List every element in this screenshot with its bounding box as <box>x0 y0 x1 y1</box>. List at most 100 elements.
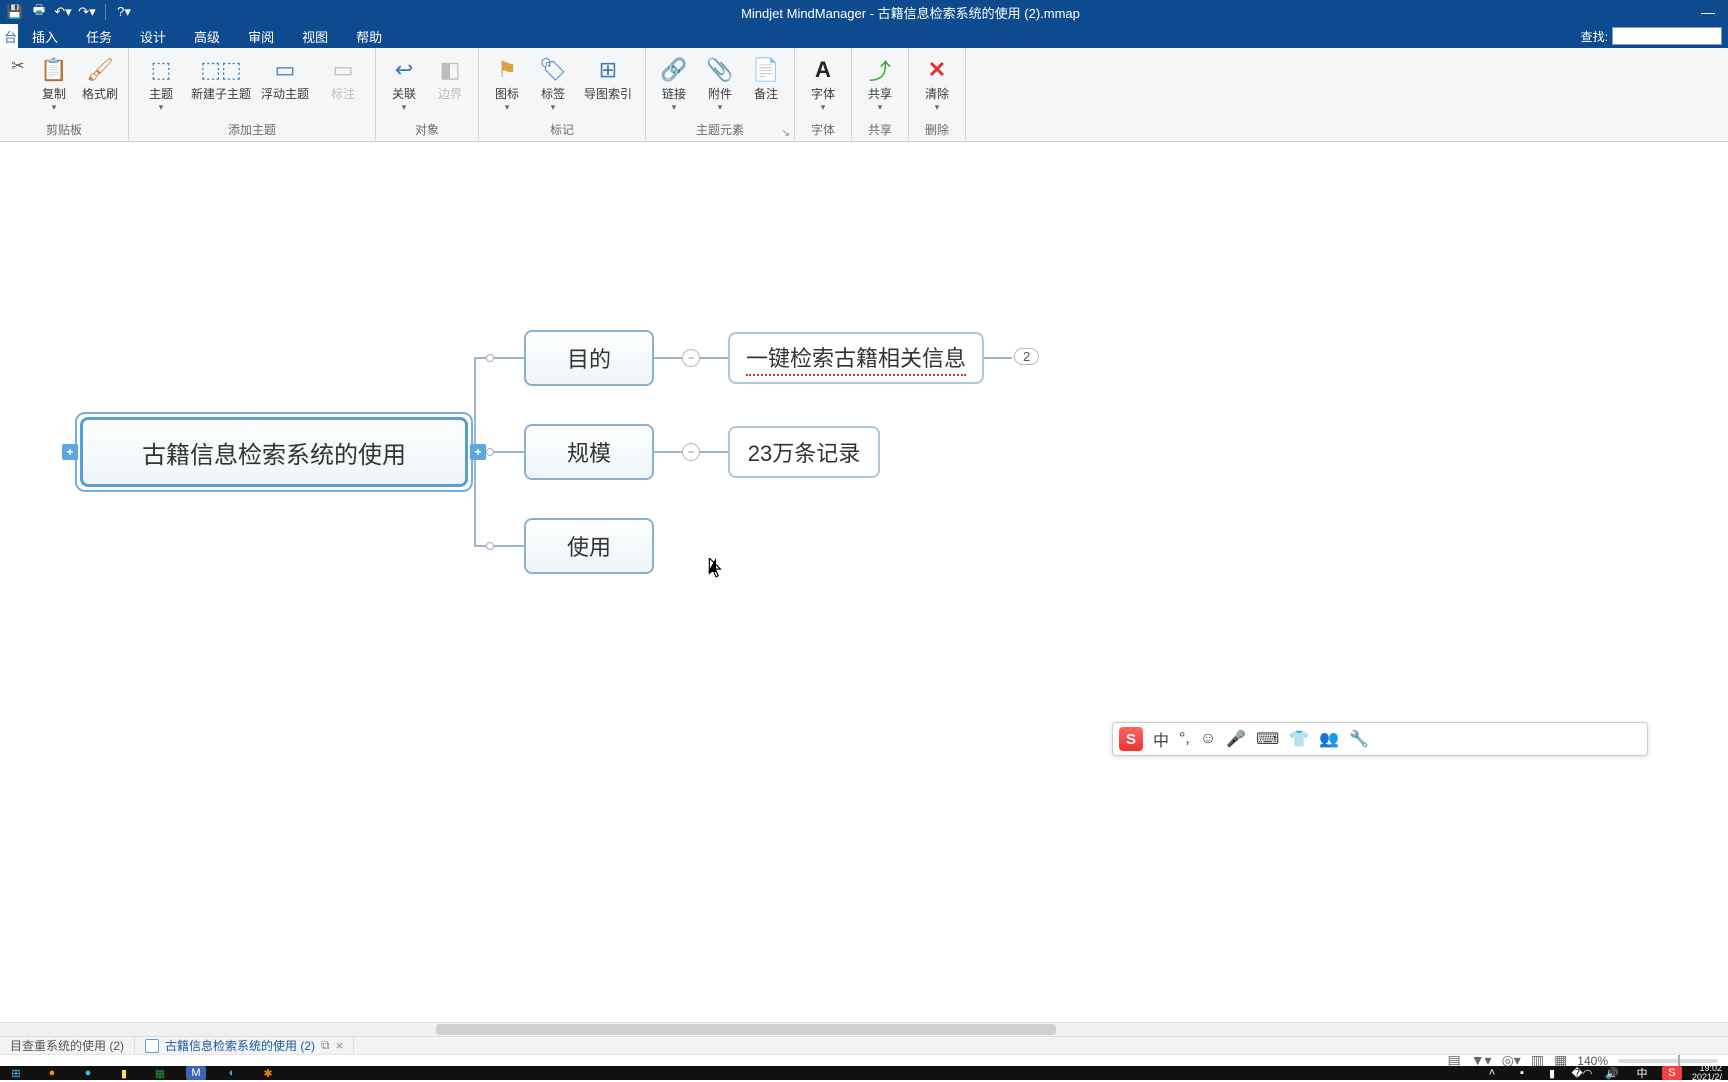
popout-icon[interactable]: ⧉ <box>321 1038 330 1053</box>
ribbon-group-tags: ⚑图标▾ 🏷标签▾ ⊞导图索引 标记 <box>479 48 646 141</box>
tray-chevron-icon[interactable]: ˄ <box>1482 1066 1502 1080</box>
tab-help[interactable]: 帮助 <box>342 24 396 48</box>
child-count-badge[interactable]: 2 <box>1014 348 1039 365</box>
ime-skin-icon[interactable]: 👕 <box>1289 729 1309 749</box>
tab-file-edge[interactable]: 台 <box>0 24 18 48</box>
print-icon[interactable]: 🖶 <box>30 3 48 21</box>
help-icon[interactable]: ?▾ <box>115 3 133 21</box>
document-tabs: 目查重系统的使用 (2) 古籍信息检索系统的使用 (2) ⧉ × <box>0 1036 1728 1054</box>
group-label-share: 共享 <box>852 121 908 141</box>
taskbar: ⊞ ● ● ▮ ▦ M ◐ ✱ ˄ ▪ ▮ �◠ 🔊 中 S 19:022021… <box>0 1066 1728 1080</box>
floating-topic-button[interactable]: ▭浮动主题 <box>257 52 313 101</box>
document-icon <box>145 1039 159 1053</box>
tab-insert[interactable]: 插入 <box>18 24 72 48</box>
dialog-launcher-icon[interactable]: ↘ <box>782 128 790 139</box>
edge-icon[interactable]: ● <box>78 1066 98 1080</box>
callout-button: ▭标注 <box>319 52 367 101</box>
topic-scale[interactable]: 规模 <box>524 424 654 480</box>
ribbon-group-share: ⤴共享▾ 共享 <box>852 48 909 141</box>
tab-advanced[interactable]: 高级 <box>180 24 234 48</box>
tray-battery-icon[interactable]: ▮ <box>1542 1066 1562 1080</box>
clock[interactable]: 19:022021/2/ <box>1692 1064 1722 1082</box>
ime-keyboard-icon[interactable]: ⌨ <box>1256 729 1279 749</box>
ime-lang[interactable]: 中 <box>1153 727 1169 751</box>
expand-left-handle[interactable]: + <box>62 444 78 460</box>
icon-marker-button[interactable]: ⚑图标▾ <box>487 52 527 113</box>
group-label-addtopic: 添加主题 <box>129 121 375 141</box>
tray-volume-icon[interactable]: 🔊 <box>1602 1066 1622 1080</box>
zoom-slider[interactable] <box>1618 1059 1718 1063</box>
sogou-icon[interactable]: ◐ <box>222 1066 242 1080</box>
tray-ime-icon[interactable]: 中 <box>1632 1066 1652 1080</box>
expand-right-handle[interactable]: + <box>470 444 486 460</box>
firefox-icon[interactable]: ● <box>42 1066 62 1080</box>
ime-punct-icon[interactable]: °, <box>1179 730 1190 748</box>
ribbon-group-clipboard: ✂ 📋复制▾ 🖌格式刷 剪贴板 <box>0 48 129 141</box>
relation-button[interactable]: ↩关联▾ <box>384 52 424 113</box>
scrollbar-thumb[interactable] <box>436 1024 1056 1035</box>
search-label: 查找: <box>1581 28 1608 45</box>
redo-icon[interactable]: ↷▾ <box>78 3 96 21</box>
central-topic[interactable]: 古籍信息检索系统的使用 <box>80 417 468 487</box>
share-button[interactable]: ⤴共享▾ <box>860 52 900 113</box>
undo-icon[interactable]: ↶▾ <box>54 3 72 21</box>
group-label-clipboard: 剪贴板 <box>0 121 128 141</box>
font-button[interactable]: A字体▾ <box>803 52 843 113</box>
link-button[interactable]: 🔗链接▾ <box>654 52 694 113</box>
cut-icon[interactable]: ✂ <box>11 56 24 76</box>
ribbon-group-object: ↩关联▾ ◧边界 对象 <box>376 48 479 141</box>
collapse-button-purpose[interactable]: − <box>682 349 700 367</box>
topic-scale-text: 规模 <box>567 436 611 468</box>
ime-toolbar[interactable]: S 中 °, ☺ 🎤 ⌨ 👕 👥 🔧 <box>1112 722 1648 756</box>
save-icon[interactable]: 💾 <box>6 3 24 21</box>
tab-view[interactable]: 视图 <box>288 24 342 48</box>
horizontal-scrollbar[interactable] <box>0 1022 1728 1036</box>
quick-access-toolbar: 💾 🖶 ↶▾ ↷▾ ?▾ <box>0 3 133 21</box>
tray-sogou-icon[interactable]: S <box>1662 1066 1682 1080</box>
doctab-1[interactable]: 目查重系统的使用 (2) <box>0 1037 135 1054</box>
tab-tasks[interactable]: 任务 <box>72 24 126 48</box>
ime-user-icon[interactable]: 👥 <box>1319 729 1339 749</box>
topic-purpose[interactable]: 目的 <box>524 330 654 386</box>
mindmap-canvas[interactable]: 古籍信息检索系统的使用 + + 目的 − 一键检索古籍相关信息 2 规模 − 2… <box>0 142 1728 1022</box>
topic-button[interactable]: ⬚主题▾ <box>137 52 185 113</box>
tray-app-icon[interactable]: ▪ <box>1512 1066 1532 1080</box>
central-topic-text: 古籍信息检索系统的使用 <box>142 435 406 470</box>
tray-wifi-icon[interactable]: �◠ <box>1572 1066 1592 1080</box>
ribbon-group-delete: ✕清除▾ 删除 <box>909 48 966 141</box>
topic-usage-text: 使用 <box>567 530 611 562</box>
excel-icon[interactable]: ▦ <box>150 1066 170 1080</box>
format-painter-button[interactable]: 🖌格式刷 <box>80 52 120 101</box>
ribbon-group-font: A字体▾ 字体 <box>795 48 852 141</box>
ime-mic-icon[interactable]: 🎤 <box>1226 729 1246 749</box>
memo-button[interactable]: 📄备注 <box>746 52 786 101</box>
topic-usage[interactable]: 使用 <box>524 518 654 574</box>
minimize-button[interactable]: — <box>1688 0 1728 24</box>
subtopic-button[interactable]: ⬚⬚新建子主题 <box>191 52 251 101</box>
ime-logo-icon[interactable]: S <box>1119 727 1143 751</box>
menu-bar: 台 插入 任务 设计 高级 审阅 视图 帮助 查找: <box>0 24 1728 48</box>
collapse-button-scale[interactable]: − <box>682 443 700 461</box>
topic-scale-child[interactable]: 23万条记录 <box>728 426 880 478</box>
group-label-font: 字体 <box>795 121 851 141</box>
group-label-tags: 标记 <box>479 121 645 141</box>
start-icon[interactable]: ⊞ <box>6 1066 26 1080</box>
ribbon: ✂ 📋复制▾ 🖌格式刷 剪贴板 ⬚主题▾ ⬚⬚新建子主题 ▭浮动主题 ▭标注 添… <box>0 48 1728 142</box>
mouse-cursor-icon <box>708 558 724 582</box>
index-button[interactable]: ⊞导图索引 <box>579 52 637 101</box>
ime-emoji-icon[interactable]: ☺ <box>1200 730 1216 748</box>
tab-review[interactable]: 审阅 <box>234 24 288 48</box>
copy-button[interactable]: 📋复制▾ <box>34 52 74 113</box>
tag-button[interactable]: 🏷标签▾ <box>533 52 573 113</box>
topic-purpose-child[interactable]: 一键检索古籍相关信息 <box>728 332 984 384</box>
app-icon[interactable]: ✱ <box>258 1066 278 1080</box>
clear-button[interactable]: ✕清除▾ <box>917 52 957 113</box>
mindmanager-icon[interactable]: M <box>186 1066 206 1080</box>
attach-button[interactable]: 📎附件▾ <box>700 52 740 113</box>
explorer-icon[interactable]: ▮ <box>114 1066 134 1080</box>
search-input[interactable] <box>1612 27 1722 45</box>
ime-settings-icon[interactable]: 🔧 <box>1349 729 1369 749</box>
close-tab-icon[interactable]: × <box>336 1038 344 1053</box>
doctab-2[interactable]: 古籍信息检索系统的使用 (2) ⧉ × <box>135 1037 354 1054</box>
tab-design[interactable]: 设计 <box>126 24 180 48</box>
